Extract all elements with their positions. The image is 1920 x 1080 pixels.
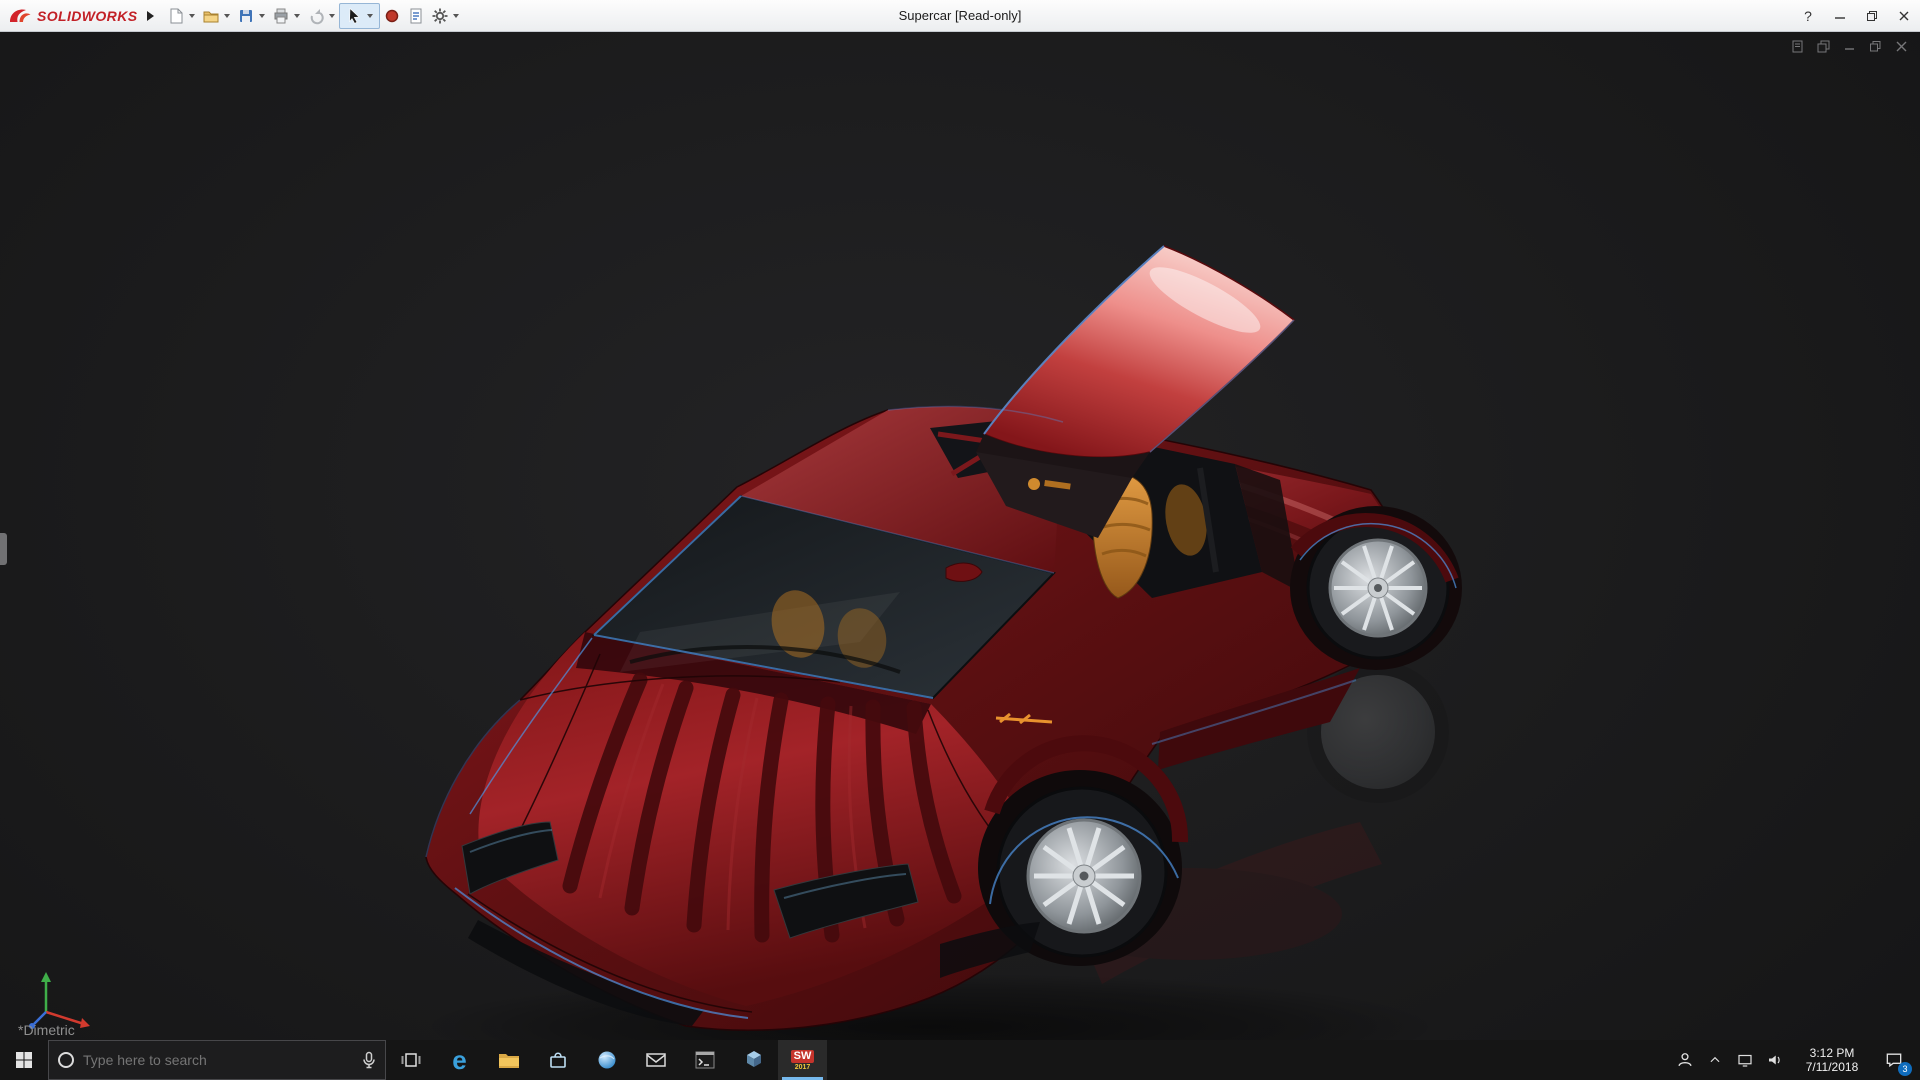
solidworks-logo: SOLIDWORKS: [0, 7, 145, 25]
task-view-icon: [399, 1049, 423, 1071]
edge-button[interactable]: e: [435, 1040, 484, 1080]
featuremanager-flyout-tab[interactable]: [0, 533, 7, 565]
maximize-button[interactable]: [1856, 0, 1888, 31]
select-tool-active-frame: [339, 3, 380, 29]
help-button[interactable]: ?: [1792, 0, 1824, 31]
select-tool-button[interactable]: [342, 4, 366, 28]
people-button[interactable]: [1670, 1040, 1700, 1080]
taskbar-search[interactable]: [48, 1040, 386, 1080]
graphics-viewport[interactable]: *Dimetric: [0, 32, 1920, 1040]
close-icon: [1898, 10, 1910, 22]
doc-page-icon: [1791, 40, 1804, 53]
start-button[interactable]: [0, 1040, 48, 1080]
blue-globe-icon: [596, 1049, 618, 1071]
doc-restore-icon: [1869, 40, 1882, 53]
doc-cascade-icon: [1817, 40, 1830, 53]
speaker-icon: [1766, 1051, 1784, 1069]
doc-cascade-button[interactable]: [1814, 38, 1832, 54]
options-button[interactable]: [428, 4, 452, 28]
select-cursor-icon: [345, 7, 363, 25]
save-caret-icon[interactable]: [259, 14, 265, 18]
microphone-icon[interactable]: [361, 1051, 377, 1069]
doc-restore-button[interactable]: [1866, 38, 1884, 54]
rebuild-button[interactable]: [380, 4, 404, 28]
open-folder-icon: [202, 7, 220, 25]
taskbar-clock[interactable]: 3:12 PM 7/11/2018: [1790, 1046, 1874, 1074]
cortana-icon: [57, 1051, 75, 1069]
network-button[interactable]: [1730, 1040, 1760, 1080]
people-icon: [1675, 1050, 1695, 1070]
view-orientation-label: *Dimetric: [18, 1022, 75, 1038]
new-document-button[interactable]: [164, 4, 188, 28]
undo-caret-icon[interactable]: [329, 14, 335, 18]
task-view-button[interactable]: [386, 1040, 435, 1080]
clock-time: 3:12 PM: [1790, 1046, 1874, 1060]
orientation-triad[interactable]: [29, 972, 90, 1029]
minimize-button[interactable]: [1824, 0, 1856, 31]
hidden-icons-button[interactable]: [1700, 1040, 1730, 1080]
solidworks-app-window: SOLIDWORKS: [0, 0, 1920, 1080]
cube-app-button[interactable]: [729, 1040, 778, 1080]
minimize-icon: [1834, 10, 1846, 22]
system-tray: 3:12 PM 7/11/2018 3: [1670, 1040, 1920, 1080]
options-gear-icon: [431, 7, 449, 25]
menu-flyout-arrow-icon[interactable]: [147, 11, 154, 21]
file-properties-button[interactable]: [404, 4, 428, 28]
document-window-controls: [1788, 38, 1910, 54]
action-center-button[interactable]: 3: [1874, 1040, 1914, 1080]
taskbar: e: [0, 1040, 1920, 1080]
brand-name: SOLIDWORKS: [37, 8, 137, 24]
quick-access-toolbar: [164, 3, 463, 29]
new-document-icon: [167, 7, 185, 25]
edge-icon: e: [452, 1047, 466, 1073]
open-button[interactable]: [199, 4, 223, 28]
rebuild-icon: [383, 7, 401, 25]
new-caret-icon[interactable]: [189, 14, 195, 18]
select-caret-icon[interactable]: [367, 14, 373, 18]
open-caret-icon[interactable]: [224, 14, 230, 18]
search-input[interactable]: [83, 1052, 353, 1068]
notification-badge: 3: [1898, 1062, 1912, 1076]
solidworks-app-icon: SW 2017: [791, 1050, 815, 1071]
model-canvas[interactable]: [0, 32, 1920, 1040]
options-caret-icon[interactable]: [453, 14, 459, 18]
doc-close-button[interactable]: [1892, 38, 1910, 54]
doc-new-window-button[interactable]: [1788, 38, 1806, 54]
command-prompt-icon: [693, 1048, 717, 1072]
file-explorer-button[interactable]: [484, 1040, 533, 1080]
command-prompt-button[interactable]: [680, 1040, 729, 1080]
restore-icon: [1866, 10, 1878, 22]
close-button[interactable]: [1888, 0, 1920, 31]
doc-minimize-button[interactable]: [1840, 38, 1858, 54]
save-floppy-icon: [237, 7, 255, 25]
print-button[interactable]: [269, 4, 293, 28]
windows-logo-icon: [15, 1051, 33, 1069]
ds-logo-icon: [8, 7, 32, 25]
globe-app-button[interactable]: [582, 1040, 631, 1080]
save-button[interactable]: [234, 4, 258, 28]
file-properties-icon: [407, 7, 425, 25]
store-bag-icon: [547, 1049, 569, 1071]
chevron-up-icon: [1708, 1053, 1722, 1067]
clock-date: 7/11/2018: [1790, 1060, 1874, 1074]
solidworks-taskbar-button[interactable]: SW 2017: [778, 1040, 827, 1080]
volume-button[interactable]: [1760, 1040, 1790, 1080]
titlebar: SOLIDWORKS: [0, 0, 1920, 32]
store-button[interactable]: [533, 1040, 582, 1080]
undo-icon: [307, 7, 325, 25]
window-controls: ?: [1792, 0, 1920, 31]
cube-app-icon: [742, 1048, 766, 1072]
file-explorer-icon: [497, 1049, 521, 1071]
mail-icon: [644, 1049, 668, 1071]
print-icon: [272, 7, 290, 25]
undo-button[interactable]: [304, 4, 328, 28]
doc-minimize-icon: [1843, 40, 1856, 53]
network-icon: [1736, 1051, 1754, 1069]
print-caret-icon[interactable]: [294, 14, 300, 18]
mail-button[interactable]: [631, 1040, 680, 1080]
rear-wheel: [1290, 506, 1462, 670]
doc-close-icon: [1895, 40, 1908, 53]
